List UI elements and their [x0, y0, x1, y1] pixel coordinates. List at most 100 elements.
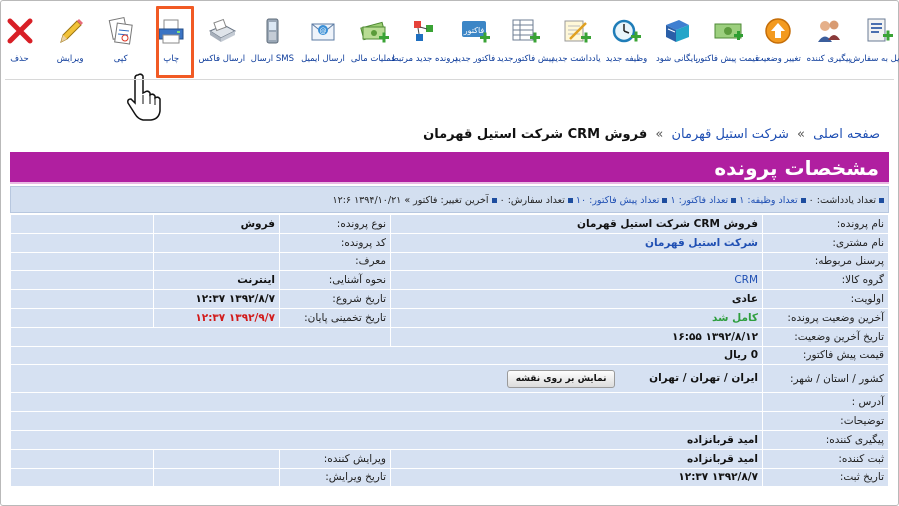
staff-label: پرسنل مربوطه:: [762, 251, 889, 272]
print-button[interactable]: چاپ: [155, 5, 194, 78]
case-stats-bar: تعداد یادداشت: ۰ تعداد وظیفه: ۱ تعداد فا…: [10, 186, 889, 213]
empty-cell: [10, 307, 154, 328]
created-date-label: تاریخ ثبت:: [762, 467, 889, 488]
proforma-price-value: 0 ریال: [10, 345, 763, 366]
product-group-label: گروه کالا:: [762, 270, 889, 291]
staff-value: [390, 251, 763, 272]
last-status-label: آخرین وضعیت پرونده:: [762, 307, 889, 328]
breadcrumb-current: فروش CRM شرکت استیل قهرمان: [423, 127, 648, 142]
breadcrumb: صفحه اصلی » شرکت استیل قهرمان » فروش CRM…: [423, 127, 880, 142]
new-related-case-icon: [408, 15, 440, 47]
email-button[interactable]: @ ارسال ایمیل: [301, 5, 345, 71]
case-details-grid: نام پرونده: فروش CRM شرکت استیل قهرمان ن…: [10, 214, 889, 491]
empty-cell: [10, 326, 391, 347]
change-status-icon: [762, 15, 794, 47]
proforma-price-icon: [712, 15, 744, 47]
customer-link[interactable]: شرکت استیل قهرمان: [390, 232, 763, 253]
toolbar-label: عملیات مالی: [350, 54, 397, 64]
stat-tasks-link[interactable]: تعداد وظیفه: ۱: [739, 195, 797, 206]
table-row: پیگیری کننده: امید قربانزاده: [10, 429, 889, 450]
acquaint-label: نحوه آشنایی:: [279, 270, 391, 291]
follower-label: پیگیری کننده:: [762, 429, 889, 450]
delete-icon: [4, 15, 36, 47]
copy-button[interactable]: کپی: [106, 5, 135, 71]
toolbar-label: پرونده جدید مرتبط: [390, 54, 458, 64]
archive-button[interactable]: بایگانی شود: [656, 5, 698, 71]
creator-value: امید قربانزاده: [390, 448, 763, 469]
breadcrumb-separator: »: [796, 127, 805, 142]
empty-cell: [10, 232, 154, 253]
toolbar-label: پیگیری کننده: [806, 54, 851, 64]
delete-button[interactable]: حذف: [5, 5, 34, 71]
new-proforma-button[interactable]: پیش فاکتورجدید: [497, 5, 554, 71]
window-frame: تبدیل به سفارش پیگیری کننده تغییر وضعیت …: [0, 0, 899, 506]
breadcrumb-separator: »: [655, 127, 664, 142]
table-row: تاریخ آخرین وضعیت: ۱۳۹۲/۸/۱۲ ۱۶:۵۵: [10, 326, 889, 347]
acquaint-value: اینترنت: [153, 270, 280, 291]
print-icon: [155, 15, 187, 47]
est-end-value: ۱۳۹۲/۹/۷ ۱۲:۳۷: [153, 307, 280, 328]
toolbar-label: چاپ: [163, 54, 180, 64]
empty-cell: [10, 270, 154, 291]
table-row: نام مشتری: شرکت استیل قهرمان کد پرونده:: [10, 232, 889, 253]
toolbar-label: قیمت پیش فاکتور: [696, 54, 760, 64]
follow-up-button[interactable]: پیگیری کننده: [807, 5, 851, 71]
creator-label: ثبت کننده:: [762, 448, 889, 469]
new-task-button[interactable]: وظیفه جدید: [606, 5, 647, 71]
change-status-button[interactable]: تغییر وضعیت: [756, 5, 801, 71]
bullet-icon: [567, 198, 573, 203]
stat-invoices-link[interactable]: تعداد فاکتور: ۱: [670, 195, 728, 206]
toolbar-label: ویرایش: [56, 54, 84, 64]
table-row: ثبت کننده: امید قربانزاده ویرایش کننده:: [10, 448, 889, 469]
svg-text:@: @: [319, 27, 326, 35]
table-row: تاریخ ثبت: ۱۳۹۲/۸/۷ ۱۲:۳۷ تاریخ ویرایش:: [10, 467, 889, 488]
case-code-value: [153, 232, 280, 253]
table-row: پرسنل مربوطه: معرف:: [10, 251, 889, 272]
new-note-icon: [560, 15, 592, 47]
priority-value: عادی: [390, 289, 763, 309]
editor-value: [153, 448, 280, 469]
copy-icon: [105, 15, 137, 47]
proforma-price-button[interactable]: قیمت پیش فاکتور: [696, 5, 759, 71]
breadcrumb-home-link[interactable]: صفحه اصلی: [813, 127, 880, 142]
edit-icon: [54, 15, 86, 47]
convert-order-icon: [863, 15, 895, 47]
table-row: کشور / استان / شهر: ایران / تهران / تهرا…: [10, 364, 889, 394]
sms-button[interactable]: ارسال SMS: [251, 5, 294, 71]
table-row: آخرین وضعیت پرونده: کامل شد تاریخ تخمینی…: [10, 307, 889, 328]
new-invoice-button[interactable]: فاکتور فاکتور جدید: [454, 5, 495, 71]
edit-date-label: تاریخ ویرایش:: [279, 467, 391, 488]
svg-text:فاکتور: فاکتور: [462, 26, 484, 35]
table-row: گروه کالا: CRM نحوه آشنایی: اینترنت: [10, 270, 889, 291]
toolbar-label: ارسال ایمیل: [301, 54, 345, 64]
location-value: ایران / تهران / تهران نمایش بر روی نقشه: [10, 364, 763, 394]
sms-icon: [256, 15, 288, 47]
new-task-icon: [610, 15, 642, 47]
toolbar-label: یادداشت جدید: [551, 54, 601, 64]
convert-order-button[interactable]: تبدیل به سفارش: [850, 5, 899, 71]
bullet-icon: [800, 198, 806, 203]
show-on-map-button[interactable]: نمایش بر روی نقشه: [506, 369, 616, 388]
table-row: نام پرونده: فروش CRM شرکت استیل قهرمان ن…: [10, 214, 889, 234]
table-row: اولویت: عادی تاریخ شروع: ۱۳۹۲/۸/۷ ۱۲:۳۷: [10, 289, 889, 309]
empty-cell: [10, 251, 154, 272]
empty-cell: [10, 448, 154, 469]
address-value: [10, 392, 763, 413]
stat-proformas-link[interactable]: تعداد پیش فاکتور: ۱۰: [576, 195, 660, 206]
new-related-case-button[interactable]: پرونده جدید مرتبط: [391, 5, 457, 71]
new-note-button[interactable]: یادداشت جدید: [551, 5, 601, 71]
stat-last-change: آخرین تغییر: فاکتور » ۱۳۹۴/۱۰/۲۱ ۱۲:۶: [332, 195, 489, 206]
case-code-label: کد پرونده:: [279, 232, 391, 253]
referrer-value: [153, 251, 280, 272]
fax-button[interactable]: ارسال فاکس: [199, 5, 245, 71]
edit-button[interactable]: ویرایش: [56, 5, 85, 71]
financial-button[interactable]: عملیات مالی: [351, 5, 396, 71]
toolbar-label: پیش فاکتورجدید: [496, 54, 554, 64]
table-row: توضیحات:: [10, 411, 889, 431]
breadcrumb-customer-link[interactable]: شرکت استیل قهرمان: [672, 127, 789, 142]
bullet-icon: [662, 198, 668, 203]
case-type-value: فروش: [153, 214, 280, 234]
product-group-link[interactable]: CRM: [390, 270, 763, 291]
new-invoice-icon: فاکتور: [459, 15, 491, 47]
table-row: قیمت پیش فاکتور: 0 ریال: [10, 345, 889, 366]
